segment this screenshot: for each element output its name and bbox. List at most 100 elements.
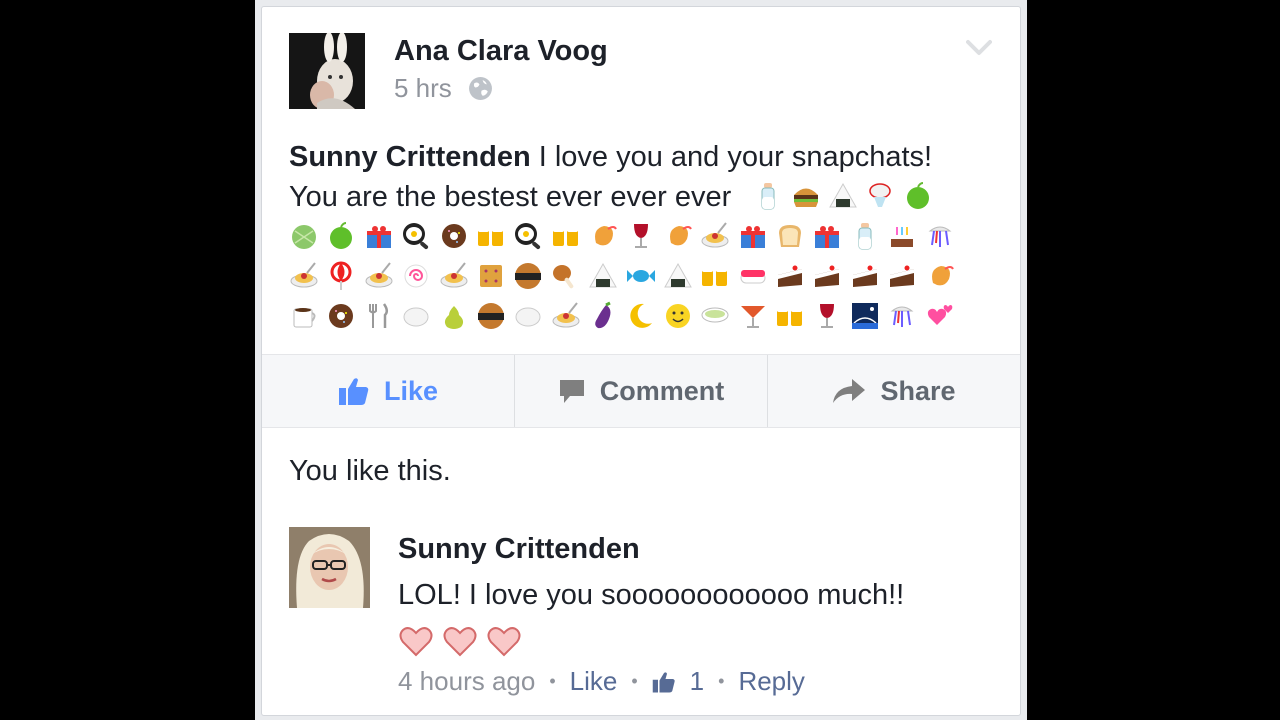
post-text-line-1: I love you and your snapchats!	[530, 141, 933, 173]
comment-hearts	[398, 624, 530, 658]
green-apple-emoji	[326, 221, 356, 251]
fish-cake-emoji	[401, 261, 431, 291]
smiley-emoji	[663, 301, 693, 331]
spaghetti-emoji	[289, 261, 319, 291]
crescent-moon-emoji	[626, 301, 656, 331]
poultry-leg-emoji	[551, 261, 581, 291]
comment-like-count[interactable]: 1	[690, 666, 704, 697]
separator-dot: •	[549, 671, 556, 691]
post-body: Sunny Crittenden I love you and your sna…	[289, 137, 989, 337]
heart-emoji	[399, 627, 433, 657]
share-button[interactable]: Share	[767, 355, 1020, 427]
comment-like-link[interactable]: Like	[570, 666, 618, 697]
post-text-line-2: You are the bestest ever ever ever	[289, 181, 732, 213]
spaghetti-emoji	[700, 221, 730, 251]
comment-bubble-icon	[559, 380, 584, 403]
shaved-ice-emoji	[865, 181, 895, 211]
separator-dot: •	[631, 671, 638, 691]
eggplant-emoji	[588, 301, 618, 331]
spaghetti-emoji	[439, 261, 469, 291]
post-action-bar: Like Comment Share	[262, 354, 1020, 428]
beer-mugs-emoji	[700, 261, 730, 291]
post-card: Ana Clara Voog 5 hrs Sunny Crittenden I …	[261, 6, 1021, 716]
white-ball-emoji	[513, 301, 543, 331]
comment-text: LOL! I love you soooooooooooo much!!	[398, 579, 905, 611]
wind-chime-emoji	[887, 301, 917, 331]
green-apple-emoji	[903, 181, 933, 211]
thumbs-up-icon	[652, 671, 675, 692]
beer-mugs-emoji	[551, 221, 581, 251]
heart-emoji	[487, 627, 521, 657]
post-timestamp[interactable]: 5 hrs	[394, 73, 452, 104]
rice-ball-emoji	[828, 181, 858, 211]
gift-emoji	[738, 221, 768, 251]
melon-emoji	[289, 221, 319, 251]
fried-egg-emoji	[401, 221, 431, 251]
likes-summary[interactable]: You like this.	[289, 455, 451, 488]
emoji-row	[289, 297, 989, 337]
rice-cracker-emoji	[476, 301, 506, 331]
comment-reply-link[interactable]: Reply	[738, 666, 804, 697]
emoji-row	[289, 217, 989, 257]
thumbs-up-icon	[338, 378, 369, 405]
chevron-down-icon[interactable]	[966, 39, 992, 57]
comment-meta: 4 hours ago • Like • 1 • Reply	[398, 666, 805, 697]
gift-emoji	[812, 221, 842, 251]
candy-emoji	[626, 261, 656, 291]
post-author-name[interactable]: Ana Clara Voog	[394, 35, 608, 68]
pear-emoji	[439, 301, 469, 331]
baby-bottle-emoji	[753, 181, 783, 211]
wine-glass-emoji	[626, 221, 656, 251]
fried-shrimp-emoji	[588, 221, 618, 251]
cake-slice-emoji	[850, 261, 880, 291]
coffee-emoji	[289, 301, 319, 331]
doughnut-emoji	[439, 221, 469, 251]
like-button-label: Like	[383, 375, 439, 406]
sushi-emoji	[738, 261, 768, 291]
cake-slice-emoji	[887, 261, 917, 291]
globe-icon	[468, 77, 492, 100]
doughnut-emoji	[326, 301, 356, 331]
like-button[interactable]: Like	[262, 355, 514, 427]
wine-glass-emoji	[812, 301, 842, 331]
fried-shrimp-emoji	[925, 261, 955, 291]
lollipop-emoji	[326, 261, 356, 291]
comment-button[interactable]: Comment	[514, 355, 767, 427]
white-ball-emoji	[401, 301, 431, 331]
comment-author-name[interactable]: Sunny Crittenden	[398, 533, 640, 566]
wind-chime-emoji	[925, 221, 955, 251]
beer-mugs-emoji	[775, 301, 805, 331]
post-line-1: Sunny Crittenden I love you and your sna…	[289, 137, 989, 177]
heart-emoji	[443, 627, 477, 657]
spaghetti-emoji	[364, 261, 394, 291]
post-line-2: You are the bestest ever ever ever	[289, 177, 989, 217]
post-author-avatar[interactable]	[289, 33, 365, 109]
hamburger-emoji	[791, 181, 821, 211]
spaghetti-emoji	[551, 301, 581, 331]
post-meta: 5 hrs	[394, 73, 493, 104]
comment-timestamp[interactable]: 4 hours ago	[398, 666, 535, 697]
cake-slice-emoji	[812, 261, 842, 291]
rice-ball-emoji	[588, 261, 618, 291]
emoji-row	[289, 257, 989, 297]
fork-and-knife-emoji	[364, 301, 394, 331]
share-arrow-icon	[833, 379, 866, 403]
two-hearts-emoji	[925, 301, 955, 331]
commenter-avatar[interactable]	[289, 527, 370, 608]
separator-dot: •	[718, 671, 725, 691]
screen-frame: Ana Clara Voog 5 hrs Sunny Crittenden I …	[255, 0, 1027, 720]
share-button-label: Share	[880, 375, 956, 406]
bread-emoji	[775, 221, 805, 251]
fried-egg-emoji	[513, 221, 543, 251]
rice-cracker-emoji	[513, 261, 543, 291]
post-mention[interactable]: Sunny Crittenden	[289, 141, 531, 173]
cracker-emoji	[476, 261, 506, 291]
cocktail-emoji	[738, 301, 768, 331]
gift-emoji	[364, 221, 394, 251]
beer-mugs-emoji	[476, 221, 506, 251]
night-bridge-emoji	[850, 301, 880, 331]
cake-slice-emoji	[775, 261, 805, 291]
comment-button-label: Comment	[599, 375, 725, 406]
baby-bottle-emoji	[850, 221, 880, 251]
stew-emoji	[700, 301, 730, 331]
